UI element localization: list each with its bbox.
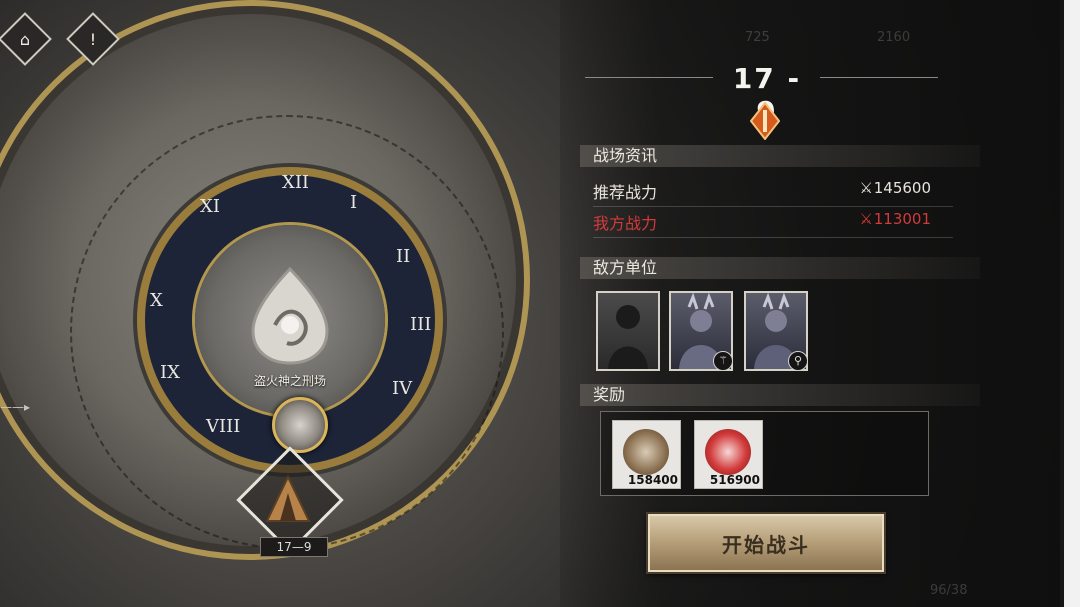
- coin-icon: [623, 429, 669, 475]
- numeral-viii: VIII: [206, 416, 241, 437]
- home-icon: ⌂: [19, 29, 31, 49]
- numeral-x: X: [150, 290, 163, 311]
- rewards-header: 奖励: [580, 384, 980, 406]
- recommended-power-label: 推荐战力: [593, 183, 658, 202]
- title-divider-right: [820, 77, 938, 78]
- own-power-value: 113001: [873, 210, 931, 228]
- own-power-label: 我方战力: [593, 214, 658, 233]
- faint-hud-value-bottom: 96/38: [930, 583, 968, 598]
- reward-count: 516900: [709, 473, 760, 487]
- row-divider: [593, 206, 953, 207]
- crossed-swords-icon: ⚔: [859, 210, 873, 228]
- unit-class-badge: ⚲: [788, 351, 808, 371]
- own-power-row: 我方战力 ⚔ 113001: [593, 210, 953, 238]
- faint-hud-value-left: 725: [745, 30, 770, 45]
- node-stage-label: 17—9: [260, 537, 328, 557]
- battle-info-header: 战场资讯: [580, 145, 980, 167]
- stage-emblem-icon: [750, 102, 780, 140]
- numeral-i: I: [350, 192, 358, 213]
- unknown-silhouette-icon: [608, 305, 648, 369]
- camp-tent-icon: [265, 475, 311, 522]
- recommended-power-row: 推荐战力 ⚔ 145600: [593, 179, 953, 207]
- title-divider-left: [585, 77, 713, 78]
- numeral-iii: III: [410, 314, 432, 335]
- numeral-xii: XII: [282, 172, 310, 193]
- right-margin: [1064, 0, 1080, 607]
- enemy-unit-card[interactable]: ⚲: [744, 291, 808, 371]
- numeral-ii: II: [396, 246, 411, 267]
- red-crystal-icon: [705, 429, 751, 475]
- boss-stage-icon[interactable]: [245, 265, 335, 365]
- numeral-xi: XI: [200, 196, 220, 217]
- row-divider: [593, 237, 953, 238]
- crossed-swords-icon: ⚔: [859, 179, 873, 197]
- reward-count: 158400: [627, 473, 678, 487]
- reward-item[interactable]: 158400: [612, 420, 681, 489]
- reward-item[interactable]: 516900: [694, 420, 763, 489]
- numeral-iv: IV: [392, 378, 413, 399]
- left-arrow-icon[interactable]: ——▸: [0, 400, 70, 420]
- recommended-power-value: 145600: [873, 179, 931, 197]
- stage-name-label: 盗火神之刑场: [253, 374, 326, 388]
- player-avatar-node[interactable]: [272, 397, 328, 453]
- enemy-unit-card[interactable]: ⚚: [669, 291, 733, 371]
- start-battle-button[interactable]: 开始战斗: [648, 514, 884, 572]
- faint-hud-value-right: 2160: [877, 30, 911, 45]
- unit-class-badge: ⚚: [713, 351, 733, 371]
- numeral-ix: IX: [160, 362, 180, 383]
- enemy-units-header: 敌方单位: [580, 257, 980, 279]
- info-icon: !: [89, 29, 97, 49]
- enemy-unit-card[interactable]: [596, 291, 660, 371]
